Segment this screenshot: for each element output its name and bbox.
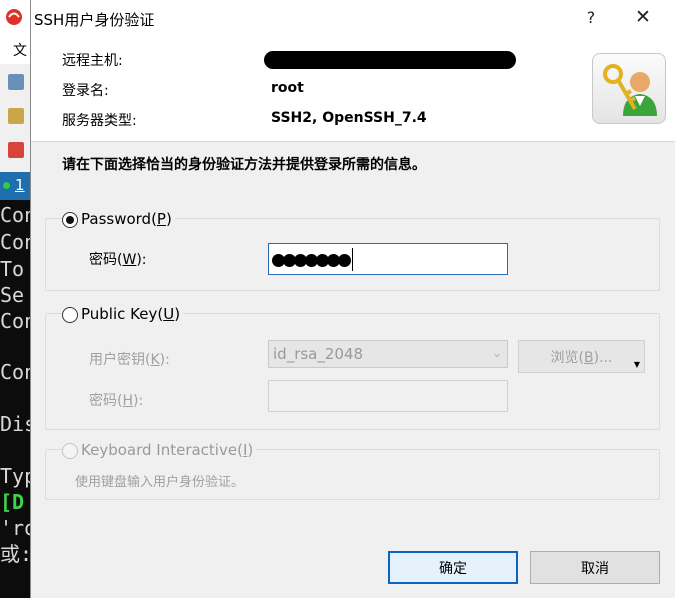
securecrt-app-icon [6,9,22,25]
keyboard-interactive-description: 使用键盘输入用户身份验证。 [75,475,245,490]
disconnect-icon[interactable] [8,142,24,158]
passphrase-label: 密码(H): [89,393,144,409]
password-radio-label[interactable]: Password(P) [78,210,175,228]
terminal-line: Con [0,230,30,254]
password-mask-dot [272,254,285,267]
browse-button[interactable]: 浏览(B)... ▼ [518,340,645,373]
text-caret [352,248,353,271]
session-tab[interactable]: 1 [0,172,30,200]
terminal-line: Dis [0,412,30,436]
user-key-select[interactable]: id_rsa_2048 ⌄ [268,340,508,368]
terminal-line: Typ [0,464,30,488]
cancel-button[interactable]: 取消 [530,551,660,584]
keyboard-interactive-radio[interactable] [62,443,78,459]
user-key-label: 用户密钥(K): [89,352,170,368]
password-input[interactable] [268,243,508,275]
server-type-label: 服务器类型: [62,113,137,129]
terminal-line: 或: [0,542,30,566]
login-name-value: root [271,80,304,96]
server-type-value: SSH2, OpenSSH_7.4 [271,110,427,126]
user-key-value: id_rsa_2048 [273,345,364,363]
password-radio[interactable] [62,212,78,228]
terminal-line: Con [0,309,30,333]
lock-icon[interactable] [8,108,24,124]
passphrase-input[interactable] [268,380,508,412]
remote-host-label: 远程主机: [62,53,123,69]
dropdown-arrow-icon: ▼ [633,360,640,369]
public-key-radio[interactable] [62,307,78,323]
terminal-toolbar [0,64,30,172]
password-field-label: 密码(W): [89,252,147,268]
help-button[interactable]: ? [579,8,603,27]
dialog-titlebar: SSH用户身份验证 ? ✕ [31,0,675,38]
connected-status-icon [3,182,10,189]
ssh-auth-dialog: SSH用户身份验证 ? ✕ 远程主机: 登录名: root 服务器类型: SSH… [30,0,675,598]
login-name-label: 登录名: [62,83,109,99]
terminal-line: [D [0,490,25,514]
close-button[interactable]: ✕ [629,6,657,28]
dialog-title: SSH用户身份验证 [34,11,155,29]
terminal-line: 'ro [0,516,30,540]
instruction-text: 请在下面选择恰当的身份验证方法并提供登录所需的信息。 [62,157,426,173]
session-tab-label: 1 [15,176,25,194]
public-key-radio-label[interactable]: Public Key(U) [78,305,184,323]
terminal-line: Con [0,203,30,227]
keyboard-interactive-radio-label[interactable]: Keyboard Interactive(I) [78,441,257,459]
connect-icon[interactable] [8,74,24,90]
connection-info-panel: 远程主机: 登录名: root 服务器类型: SSH2, OpenSSH_7.4 [31,38,675,142]
ok-button[interactable]: 确定 [388,551,518,584]
user-key-icon [592,53,666,124]
menu-item-file[interactable]: 文 [13,40,27,60]
terminal-line: To [0,257,25,281]
redacted-host-value [264,51,516,69]
chevron-down-icon: ⌄ [491,346,502,360]
terminal-line: Con [0,360,30,384]
terminal-line: Se [0,283,25,307]
terminal-menubar: 文 [0,34,30,64]
